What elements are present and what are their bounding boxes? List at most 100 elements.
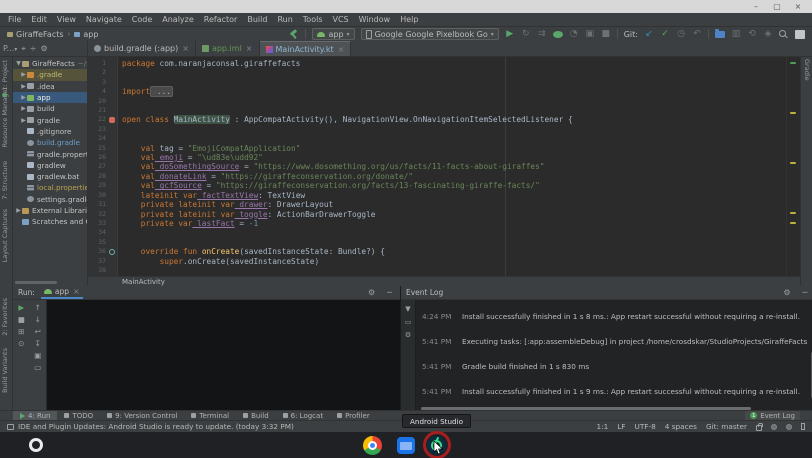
gear-icon[interactable]: ⚙ [780,288,793,297]
apply-code-changes-button[interactable]: ⇉ [537,29,547,39]
menu-vcs[interactable]: VCS [328,15,354,24]
tree-arrow-icon[interactable]: ▶ [15,207,22,214]
tree-arrow-icon[interactable]: ▼ [15,60,22,67]
code-line-25[interactable]: 25 val tag = "EmojiCompatApplication" [88,144,786,153]
close-icon[interactable]: × [245,44,253,53]
attach-debugger-button[interactable]: ▣ [585,29,595,39]
event-log-entry[interactable]: 4:24 PMInstall successfully finished in … [422,312,807,321]
device-icon[interactable] [801,423,805,430]
tree-arrow-icon[interactable]: ▶ [20,117,27,124]
code-line-37[interactable]: 37 super.onCreate(savedInstanceState) [88,257,786,266]
toolwindow-9-version-control[interactable]: 9: Version Control [100,411,184,420]
git-commit-button[interactable]: ✓ [660,29,670,39]
menu-tools[interactable]: Tools [298,15,328,24]
tree-item-scratches-and-consoles[interactable]: Scratches and Consoles [13,216,87,227]
tree-item-gradle[interactable]: ▶.gradle [13,69,87,80]
run-console-output[interactable] [47,300,400,410]
status-utf-8[interactable]: UTF-8 [634,422,655,431]
tree-arrow-icon[interactable]: ▶ [20,105,27,112]
tree-item-gradle[interactable]: ▶gradle [13,114,87,125]
build-hammer-icon[interactable] [289,29,299,39]
close-icon[interactable]: × [337,45,345,54]
breadcrumb-class-name[interactable]: MainActivity [122,278,165,286]
search-everywhere-icon[interactable] [779,30,789,39]
hide-panel-icon[interactable]: ─ [800,288,811,297]
breadcrumb-app[interactable]: app [74,30,98,39]
tool-stripe-gradle[interactable]: Gradle [803,59,811,81]
git-rollback-button[interactable]: ↶ [692,29,702,39]
project-structure-button[interactable] [795,30,805,39]
code-line-21[interactable]: 21 [88,106,786,115]
profile-button[interactable]: ◔ [569,29,579,39]
toolwindow-4-run[interactable]: 4: Run [13,411,57,420]
code-line-3[interactable]: 3 [88,78,786,87]
code-line-35[interactable]: 35 [88,238,786,247]
tree-item-gradlew-bat[interactable]: gradlew.bat [13,171,87,182]
wrench-icon[interactable]: ⚙ [405,331,411,339]
tree-item-settings-gradle[interactable]: settings.gradle [13,194,87,205]
close-icon[interactable]: × [72,287,80,296]
soft-wrap-icon[interactable]: ↩ [35,327,41,336]
code-line-36[interactable]: 36 override fun onCreate(savedInstanceSt… [88,247,786,256]
event-log-entry[interactable]: 5:41 PMGradle build finished in 1 s 830 … [422,362,807,371]
tool-stripe-build-variants[interactable]: Build Variants [1,348,9,393]
tree-arrow-icon[interactable]: ▶ [20,83,27,90]
event-log-entry[interactable]: 5:41 PMExecuting tasks: [:app:assembleDe… [422,337,807,346]
code-line-26[interactable]: 26 val emoji = "\ud83e\udd92" [88,153,786,162]
menu-window[interactable]: Window [354,15,396,24]
code-line-20[interactable]: 20 [88,97,786,106]
tool-stripe-7-structure[interactable]: 7: Structure [1,161,9,200]
toolwindow-todo[interactable]: TODO [57,411,100,420]
tool-stripe-resource-manager[interactable]: Resource Manager [1,87,9,147]
code-line-1[interactable]: 1package com.naranjaconsal.giraffefacts [88,59,786,68]
layout-inspector-button[interactable]: ▥ [731,29,741,39]
code-line-34[interactable]: 34 [88,228,786,237]
git-update-button[interactable]: ↙ [644,29,654,39]
menu-edit[interactable]: Edit [26,15,52,24]
avd-manager-button[interactable]: ◈ [763,29,773,39]
status-4-spaces[interactable]: 4 spaces [665,422,697,431]
toolwindow-terminal[interactable]: Terminal [184,411,236,420]
toolwindow-6-logcat[interactable]: 6: Logcat [276,411,330,420]
status-lf[interactable]: LF [617,422,625,431]
status-git-master[interactable]: Git: master [706,422,747,431]
code-line-24[interactable]: 24 [88,134,786,143]
gear-icon[interactable]: ⚙ [365,288,378,297]
device-dropdown[interactable]: Google Google Pixelbook Go ▾ [361,28,499,40]
code-line-23[interactable]: 23 [88,125,786,134]
tree-item-gradlew[interactable]: gradlew [13,160,87,171]
code-line-30[interactable]: 30 lateinit var factTextView: TextView [88,191,786,200]
highlight-level-icon[interactable] [771,424,777,430]
menu-build[interactable]: Build [242,15,272,24]
code-line-38[interactable]: 38 [88,266,786,275]
gear-icon[interactable]: ⚙ [40,44,47,53]
run-tab-app[interactable]: app × [41,286,83,299]
tree-item-app[interactable]: ▶app [13,92,87,103]
collapse-all-icon[interactable]: ÷ [30,44,37,53]
toolwindow-build[interactable]: Build [236,411,276,420]
stop-button[interactable]: ■ [601,29,611,39]
lock-icon[interactable] [756,425,762,431]
pin-icon[interactable]: ⊙ [18,339,24,348]
toolwindow-profiler[interactable]: Profiler [330,411,377,420]
editor-tab-app-iml[interactable]: app.iml× [196,41,260,56]
editor-tab-mainactivity-kt[interactable]: MainActivity.kt× [260,41,352,56]
launcher-button[interactable] [29,438,43,452]
tree-item-idea[interactable]: ▶.idea [13,81,87,92]
notifications-icon[interactable] [786,424,792,430]
project-view-dropdown[interactable]: P...▾ [3,44,17,53]
code-line-4[interactable]: 4import ... [88,87,786,96]
tree-item-build-gradle[interactable]: build.gradle [13,137,87,148]
tool-stripe-2-favorites[interactable]: 2: Favorites [1,298,9,336]
tree-item-build[interactable]: ▶build [13,103,87,114]
clear-all-icon[interactable]: ▭ [34,363,41,372]
menu-code[interactable]: Code [127,15,157,24]
code-editor[interactable]: 1package com.naranjaconsal.giraffefacts 2… [88,57,800,286]
down-stack-icon[interactable]: ↓ [35,315,41,324]
event-log-entry[interactable]: 5:41 PMInstall successfully finished in … [422,387,807,396]
scroll-to-end-icon[interactable]: ↧ [35,339,41,348]
editor-error-stripe[interactable] [786,57,800,276]
filter-icon[interactable]: ▼ [405,305,410,313]
rerun-icon[interactable]: ▶ [18,303,24,312]
locate-file-icon[interactable]: ⌖ [21,44,26,54]
